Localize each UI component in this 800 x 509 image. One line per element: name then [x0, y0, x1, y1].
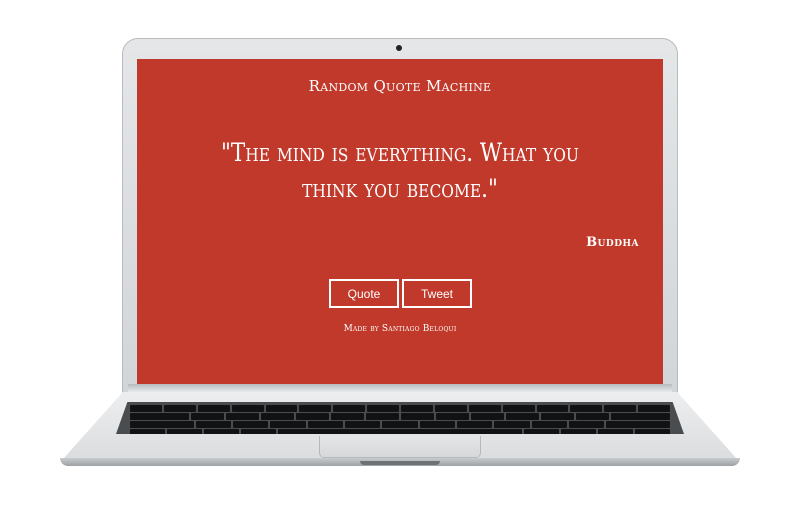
webcam	[396, 45, 402, 51]
quote-text: "The mind is everything. What you think …	[221, 138, 579, 203]
app-title: Random Quote Machine	[308, 77, 492, 95]
author-credit: Made by Santiago Beloqui	[343, 324, 457, 334]
tweet-button[interactable]: Tweet	[402, 279, 472, 308]
laptop-screen: Random Quote Machine "The mind is everyt…	[137, 59, 663, 385]
laptop-opening-notch	[360, 461, 440, 465]
action-buttons: Quote Tweet	[329, 279, 472, 308]
keyboard	[116, 402, 684, 434]
trackpad	[319, 436, 481, 458]
laptop-hinge	[128, 384, 672, 392]
new-quote-button[interactable]: Quote	[329, 279, 399, 308]
quote-author: Buddha	[586, 235, 639, 250]
